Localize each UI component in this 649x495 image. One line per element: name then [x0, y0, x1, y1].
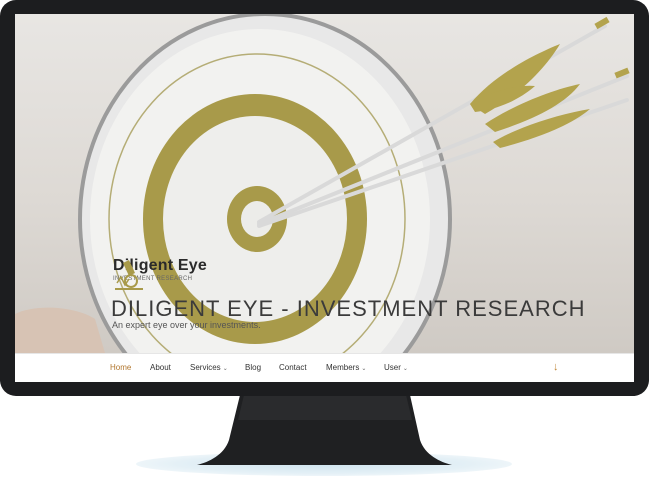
arrow-down-icon[interactable]: ↓	[553, 361, 559, 373]
nav-item-user[interactable]: User ⌄	[384, 363, 408, 372]
nav-item-blog[interactable]: Blog	[245, 363, 261, 372]
nav-item-services[interactable]: Services ⌄	[190, 363, 228, 372]
chevron-down-icon: ⌄	[361, 366, 367, 372]
brand-logo-block[interactable]: Diligent Eye INVESTMENT RESEARCH	[113, 257, 207, 290]
nav-label-user: User	[384, 363, 401, 372]
nav-label-blog: Blog	[245, 363, 262, 372]
chevron-down-icon: ⌄	[222, 366, 228, 372]
nav-label-about: About	[150, 363, 171, 372]
nav-label-members: Members	[326, 363, 360, 372]
hero-banner: Diligent Eye INVESTMENT RESEARCH DILIGEN…	[15, 14, 634, 353]
hero-tagline: An expert eye over your investments.	[112, 320, 261, 330]
nav-item-home[interactable]: Home	[110, 363, 131, 372]
nav-item-members[interactable]: Members ⌄	[326, 363, 366, 372]
browser-screen: Diligent Eye INVESTMENT RESEARCH DILIGEN…	[15, 14, 634, 382]
hero-title: DILIGENT EYE - INVESTMENT RESEARCH	[111, 296, 586, 321]
nav-item-about[interactable]: About	[150, 363, 171, 372]
nav-item-contact[interactable]: Contact	[279, 363, 307, 372]
monitor-frame: Diligent Eye INVESTMENT RESEARCH DILIGEN…	[0, 0, 649, 396]
main-navigation: Home About Services ⌄ Blog Contact Member…	[15, 353, 634, 382]
nav-label-services: Services	[190, 363, 221, 372]
chevron-down-icon: ⌄	[402, 366, 408, 372]
microscope-logo-icon	[115, 260, 143, 290]
nav-label-home: Home	[110, 363, 132, 372]
nav-label-contact: Contact	[279, 363, 307, 372]
